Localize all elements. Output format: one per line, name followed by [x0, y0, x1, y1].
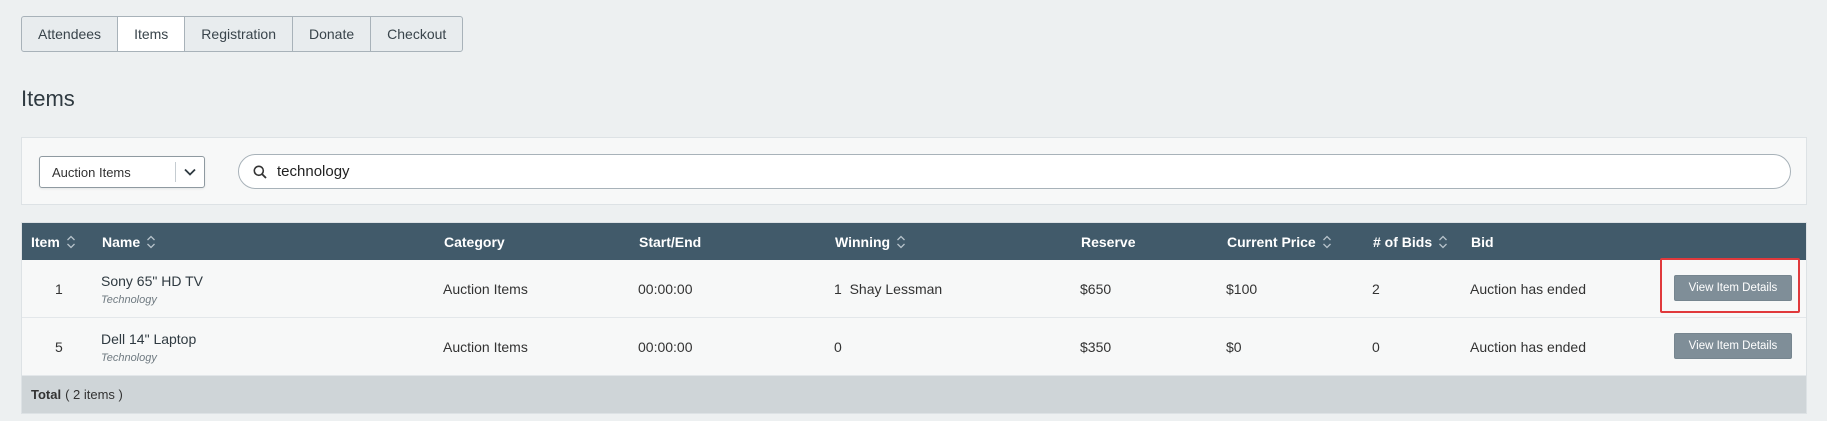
view-item-details-button[interactable]: View Item Details — [1674, 275, 1792, 301]
item-bid-status: Auction has ended — [1470, 339, 1586, 355]
tab-registration[interactable]: Registration — [185, 17, 293, 51]
item-name-cell: Dell 14" Laptop Technology — [101, 318, 196, 376]
item-start-end: 00:00:00 — [638, 339, 693, 355]
item-reserve: $650 — [1080, 281, 1112, 297]
total-count: ( 2 items ) — [65, 387, 123, 402]
search-icon — [253, 165, 267, 179]
item-name: Dell 14" Laptop — [101, 330, 197, 347]
column-header-bid: Bid — [1471, 223, 1494, 260]
sort-icon[interactable] — [146, 235, 156, 249]
item-subcategory: Technology — [101, 293, 157, 306]
column-header-bids[interactable]: # of Bids — [1373, 223, 1448, 260]
column-header-reserve-label: Reserve — [1081, 233, 1136, 250]
column-header-bid-label: Bid — [1471, 233, 1494, 250]
view-item-details-button[interactable]: View Item Details — [1674, 333, 1792, 359]
total-label: Total — [31, 387, 62, 402]
item-category: Auction Items — [443, 339, 528, 355]
items-table: Item Name Category Start/End Winning Res… — [21, 222, 1807, 414]
page-title: Items — [21, 86, 75, 111]
item-bids: 2 — [1372, 281, 1380, 297]
chevron-down-icon[interactable] — [176, 168, 204, 176]
item-start-end: 00:00:00 — [638, 281, 693, 297]
item-name: Sony 65" HD TV — [101, 272, 203, 289]
item-winning: 0 — [834, 339, 842, 355]
filter-bar: Auction Items — [21, 137, 1807, 205]
item-name-cell: Sony 65" HD TV Technology — [101, 260, 203, 318]
item-reserve: $350 — [1080, 339, 1112, 355]
tab-items[interactable]: Items — [118, 17, 186, 51]
item-type-select-value: Auction Items — [52, 164, 131, 180]
tab-checkout[interactable]: Checkout — [371, 17, 462, 51]
sort-icon[interactable] — [896, 235, 906, 249]
sort-icon[interactable] — [1438, 235, 1448, 249]
item-number: 5 — [55, 339, 63, 355]
search-box[interactable] — [238, 154, 1791, 189]
tab-donate[interactable]: Donate — [293, 17, 372, 51]
column-header-winning[interactable]: Winning — [835, 223, 906, 260]
column-header-category-label: Category — [444, 233, 505, 250]
item-bid-status: Auction has ended — [1470, 281, 1586, 297]
column-header-category: Category — [444, 223, 505, 260]
column-header-winning-label: Winning — [835, 233, 891, 250]
item-category: Auction Items — [443, 281, 528, 297]
item-number: 1 — [55, 281, 63, 297]
nav-tabs: Attendees Items Registration Donate Chec… — [21, 16, 464, 52]
column-header-current-price-label: Current Price — [1227, 233, 1316, 250]
tab-attendees[interactable]: Attendees — [22, 17, 119, 51]
column-header-start-end-label: Start/End — [639, 233, 702, 250]
column-header-bids-label: # of Bids — [1373, 233, 1433, 250]
column-header-current-price[interactable]: Current Price — [1227, 223, 1332, 260]
column-header-reserve: Reserve — [1081, 223, 1136, 260]
column-header-start-end: Start/End — [639, 223, 701, 260]
table-row: 5 Dell 14" Laptop Technology Auction Ite… — [22, 318, 1806, 376]
item-winning: 1 Shay Lessman — [834, 281, 943, 297]
column-header-name[interactable]: Name — [102, 223, 156, 260]
item-type-select[interactable]: Auction Items — [39, 156, 205, 188]
item-bids: 0 — [1372, 339, 1380, 355]
column-header-item[interactable]: Item — [31, 223, 76, 260]
item-subcategory: Technology — [101, 351, 157, 364]
table-footer: Total ( 2 items ) — [22, 376, 1806, 413]
table-header: Item Name Category Start/End Winning Res… — [22, 223, 1806, 260]
item-current-price: $0 — [1226, 339, 1242, 355]
column-header-name-label: Name — [102, 233, 141, 250]
search-input[interactable] — [277, 163, 1790, 180]
sort-icon[interactable] — [1322, 235, 1332, 249]
sort-icon[interactable] — [66, 235, 76, 249]
column-header-item-label: Item — [31, 233, 60, 250]
item-current-price: $100 — [1226, 281, 1258, 297]
table-row: 1 Sony 65" HD TV Technology Auction Item… — [22, 260, 1806, 318]
